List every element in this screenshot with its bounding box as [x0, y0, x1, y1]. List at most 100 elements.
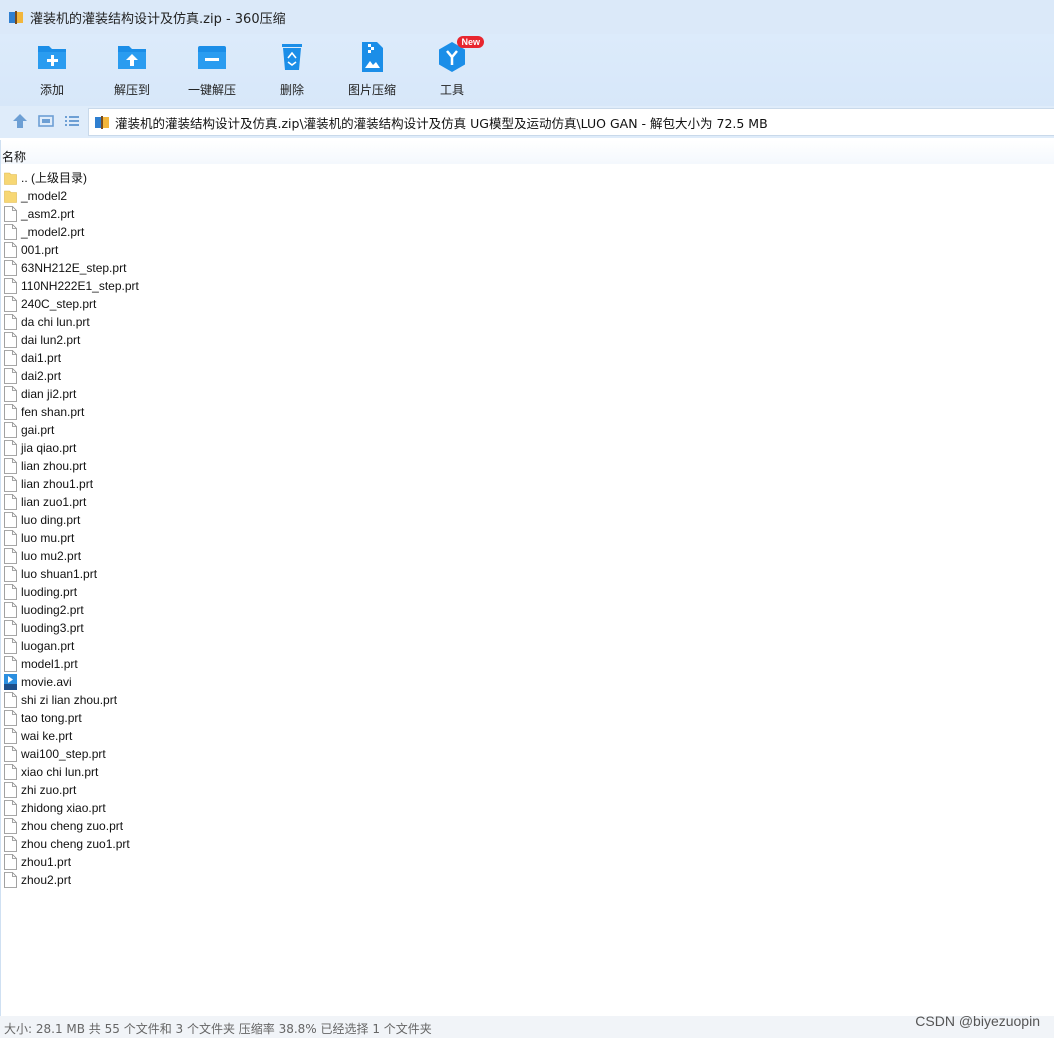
list-item[interactable]: 110NH222E1_step.prt — [0, 277, 1054, 295]
list-item[interactable]: dai2.prt — [0, 367, 1054, 385]
list-item[interactable]: fen shan.prt — [0, 403, 1054, 421]
tools-button[interactable]: New 工具 — [417, 36, 487, 102]
title-bar: 灌装机的灌装结构设计及仿真.zip - 360压缩 — [0, 0, 1054, 34]
list-item[interactable]: dian ji2.prt — [0, 385, 1054, 403]
file-name: zhou cheng zuo1.prt — [21, 837, 130, 851]
list-item[interactable]: dai lun2.prt — [0, 331, 1054, 349]
file-name: zhi zuo.prt — [21, 783, 77, 797]
file-name: tao tong.prt — [21, 711, 82, 725]
list-item[interactable]: wai100_step.prt — [0, 745, 1054, 763]
list-item[interactable]: luogan.prt — [0, 637, 1054, 655]
file-name: jia qiao.prt — [21, 441, 77, 455]
file-icon — [4, 494, 17, 510]
file-icon — [4, 476, 17, 492]
file-name: lian zhou1.prt — [21, 477, 94, 491]
delete-button[interactable]: 删除 — [257, 40, 327, 102]
list-item[interactable]: zhou cheng zuo.prt — [0, 817, 1054, 835]
list-item[interactable]: dai1.prt — [0, 349, 1054, 367]
file-list: .. (上级目录) _model2 _asm2.prt _model2.prt 001.… — [0, 169, 1054, 889]
list-item[interactable]: zhou cheng zuo1.prt — [0, 835, 1054, 853]
list-item[interactable]: luo ding.prt — [0, 511, 1054, 529]
file-icon — [4, 386, 17, 402]
file-name: luo ding.prt — [21, 513, 81, 527]
file-icon — [4, 746, 17, 762]
file-icon — [4, 638, 17, 654]
thumbnail-view-icon[interactable] — [37, 112, 55, 130]
list-item[interactable]: 001.prt — [0, 241, 1054, 259]
delete-label: 删除 — [279, 83, 304, 97]
new-badge: New — [457, 36, 484, 48]
file-name: zhou2.prt — [21, 873, 72, 887]
zip-app-icon — [9, 11, 23, 24]
list-item[interactable]: luoding.prt — [0, 583, 1054, 601]
up-arrow-icon[interactable] — [11, 112, 29, 130]
list-item[interactable]: _asm2.prt — [0, 205, 1054, 223]
list-item[interactable]: .. (上级目录) — [0, 169, 1054, 187]
file-icon — [4, 872, 17, 888]
extract-to-button[interactable]: 解压到 — [97, 40, 167, 102]
list-item[interactable]: zhi zuo.prt — [0, 781, 1054, 799]
list-item[interactable]: tao tong.prt — [0, 709, 1054, 727]
list-item[interactable]: lian zhou.prt — [0, 457, 1054, 475]
list-item[interactable]: _model2 — [0, 187, 1054, 205]
list-item[interactable]: model1.prt — [0, 655, 1054, 673]
list-view-icon[interactable] — [63, 112, 81, 130]
window-title: 灌装机的灌装结构设计及仿真.zip - 360压缩 — [30, 11, 286, 27]
file-icon — [4, 800, 17, 816]
file-icon — [4, 332, 17, 348]
file-icon — [4, 764, 17, 780]
file-icon — [4, 656, 17, 672]
add-button[interactable]: 添加 — [17, 40, 87, 102]
image-compress-button[interactable]: 图片压缩 — [337, 40, 407, 102]
file-name: luo shuan1.prt — [21, 567, 98, 581]
list-item[interactable]: wai ke.prt — [0, 727, 1054, 745]
file-name: _model2 — [21, 189, 68, 203]
file-name: shi zi lian zhou.prt — [21, 693, 118, 707]
list-item[interactable]: zhou2.prt — [0, 871, 1054, 889]
file-name: .. (上级目录) — [21, 171, 87, 185]
recycle-bin-icon — [282, 44, 302, 70]
file-name: 001.prt — [21, 243, 59, 257]
file-name: movie.avi — [21, 675, 72, 689]
file-name: luo mu2.prt — [21, 549, 82, 563]
list-item[interactable]: xiao chi lun.prt — [0, 763, 1054, 781]
list-item[interactable]: 63NH212E_step.prt — [0, 259, 1054, 277]
list-item[interactable]: 240C_step.prt — [0, 295, 1054, 313]
list-item[interactable]: _model2.prt — [0, 223, 1054, 241]
list-item[interactable]: gai.prt — [0, 421, 1054, 439]
add-folder-icon — [38, 46, 66, 69]
file-name: dian ji2.prt — [21, 387, 77, 401]
file-icon — [4, 584, 17, 600]
file-icon — [4, 458, 17, 474]
list-item[interactable]: luo mu2.prt — [0, 547, 1054, 565]
list-item[interactable]: zhidong xiao.prt — [0, 799, 1054, 817]
status-bar: 大小: 28.1 MB 共 55 个文件和 3 个文件夹 压缩率 38.8% 已… — [0, 1013, 1054, 1038]
address-bar[interactable]: 灌装机的灌装结构设计及仿真.zip\灌装机的灌装结构设计及仿真 UG模型及运动仿… — [88, 108, 1054, 136]
one-click-extract-button[interactable]: 一键解压 — [177, 40, 247, 102]
file-name: 240C_step.prt — [21, 297, 97, 311]
list-item[interactable]: movie.avi — [0, 673, 1054, 691]
extract-to-label: 解压到 — [113, 83, 150, 97]
list-item[interactable]: luo mu.prt — [0, 529, 1054, 547]
toolbar: 添加 解压到 一键解压 删除 图片压缩 New 工具 — [0, 34, 1054, 106]
file-icon — [4, 602, 17, 618]
list-item[interactable]: shi zi lian zhou.prt — [0, 691, 1054, 709]
image-compress-label: 图片压缩 — [347, 83, 396, 97]
file-name: lian zhou.prt — [21, 459, 87, 473]
file-name: luogan.prt — [21, 639, 75, 653]
file-name: gai.prt — [21, 423, 55, 437]
column-header-name[interactable]: 名称 — [2, 148, 26, 165]
list-item[interactable]: da chi lun.prt — [0, 313, 1054, 331]
list-item[interactable]: jia qiao.prt — [0, 439, 1054, 457]
list-item[interactable]: zhou1.prt — [0, 853, 1054, 871]
file-name: lian zuo1.prt — [21, 495, 87, 509]
folder-icon — [4, 190, 17, 203]
list-item[interactable]: luoding2.prt — [0, 601, 1054, 619]
list-item[interactable]: luoding3.prt — [0, 619, 1054, 637]
file-name: wai ke.prt — [21, 729, 73, 743]
list-item[interactable]: lian zuo1.prt — [0, 493, 1054, 511]
file-icon — [4, 728, 17, 744]
file-icon — [4, 566, 17, 582]
list-item[interactable]: lian zhou1.prt — [0, 475, 1054, 493]
list-item[interactable]: luo shuan1.prt — [0, 565, 1054, 583]
